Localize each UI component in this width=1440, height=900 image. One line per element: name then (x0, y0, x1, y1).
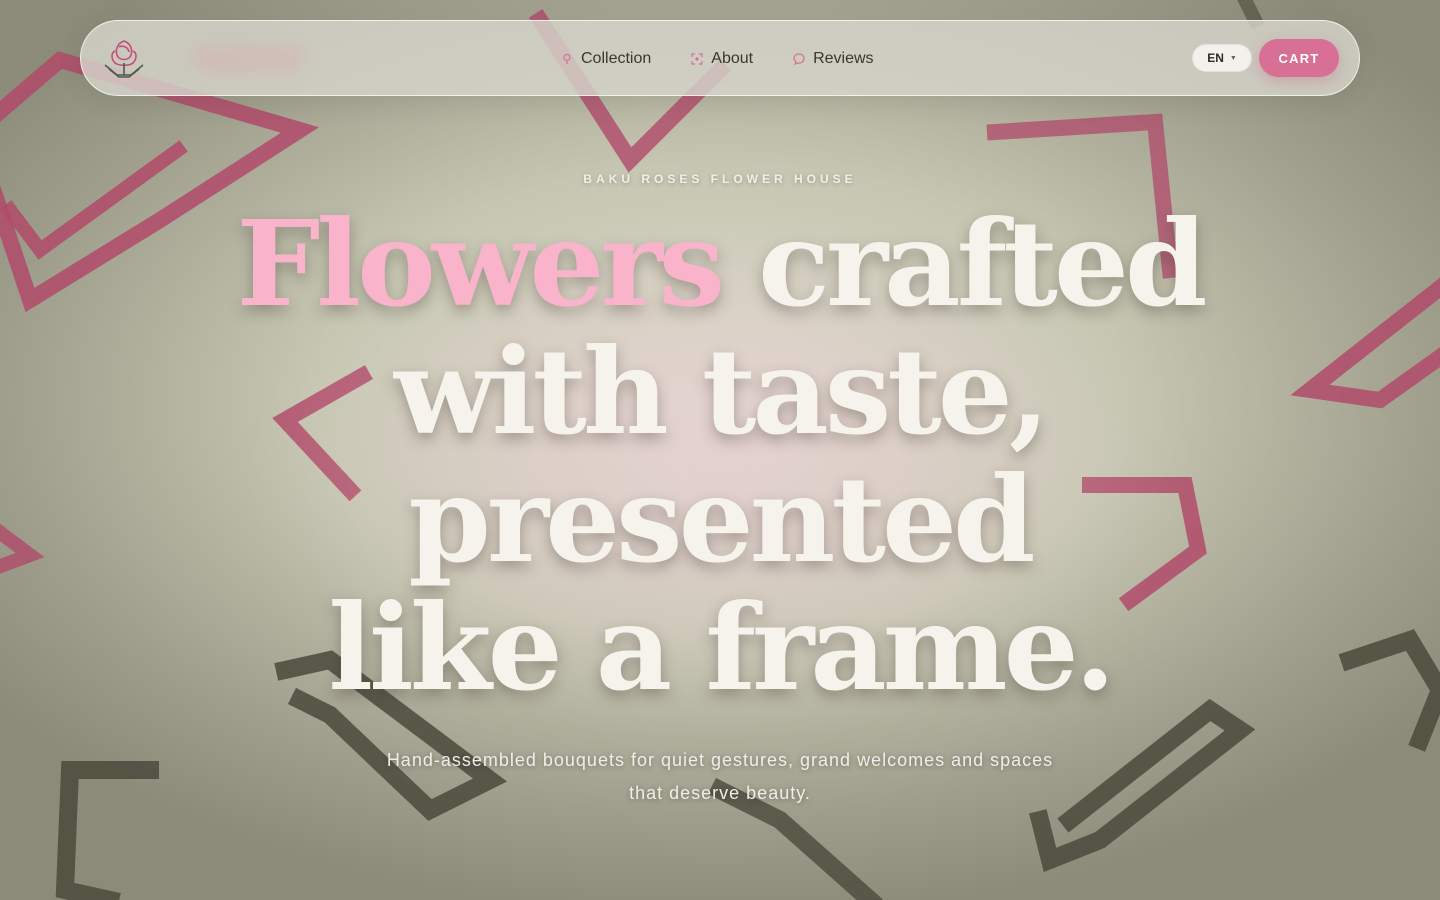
nav-link-label: About (711, 50, 754, 67)
chat-bubble-icon (793, 53, 805, 65)
nav-link-label: Reviews (813, 50, 874, 67)
headline-line-3: presented (408, 450, 1035, 589)
headline-line-1: Flowers crafted (220, 200, 1220, 328)
primary-nav-links: Collection About Reviews (561, 21, 874, 97)
hero-subtitle: Hand-assembled bouquets for quiet gestur… (386, 750, 1054, 803)
language-value: EN (1207, 51, 1224, 65)
nav-link-collection[interactable]: Collection (561, 50, 651, 68)
hero-eyebrow: BAKU ROSES FLOWER HOUSE (583, 172, 857, 186)
headline-line-4: like a frame. (328, 578, 1116, 717)
headline-line-1-rest: crafted (758, 194, 1207, 333)
nav-link-label: Collection (581, 50, 652, 67)
frame-icon (691, 53, 703, 65)
nav-link-about[interactable]: About (691, 50, 753, 68)
rose-logo-icon[interactable] (99, 35, 149, 83)
hero-headline: Flowers crafted with taste, presented li… (220, 200, 1220, 712)
top-navigation-bar: Collection About Reviews EN ▼ CART (80, 20, 1360, 96)
logo-wordmark-blur (193, 47, 303, 71)
chevron-down-icon: ▼ (1229, 54, 1237, 62)
language-selector[interactable]: EN ▼ (1192, 44, 1252, 72)
cart-button[interactable]: CART (1259, 39, 1339, 77)
flower-icon (563, 53, 571, 64)
headline-accent-word: Flowers (236, 194, 726, 333)
nav-link-reviews[interactable]: Reviews (793, 50, 874, 68)
headline-line-2: with taste, (394, 322, 1050, 461)
